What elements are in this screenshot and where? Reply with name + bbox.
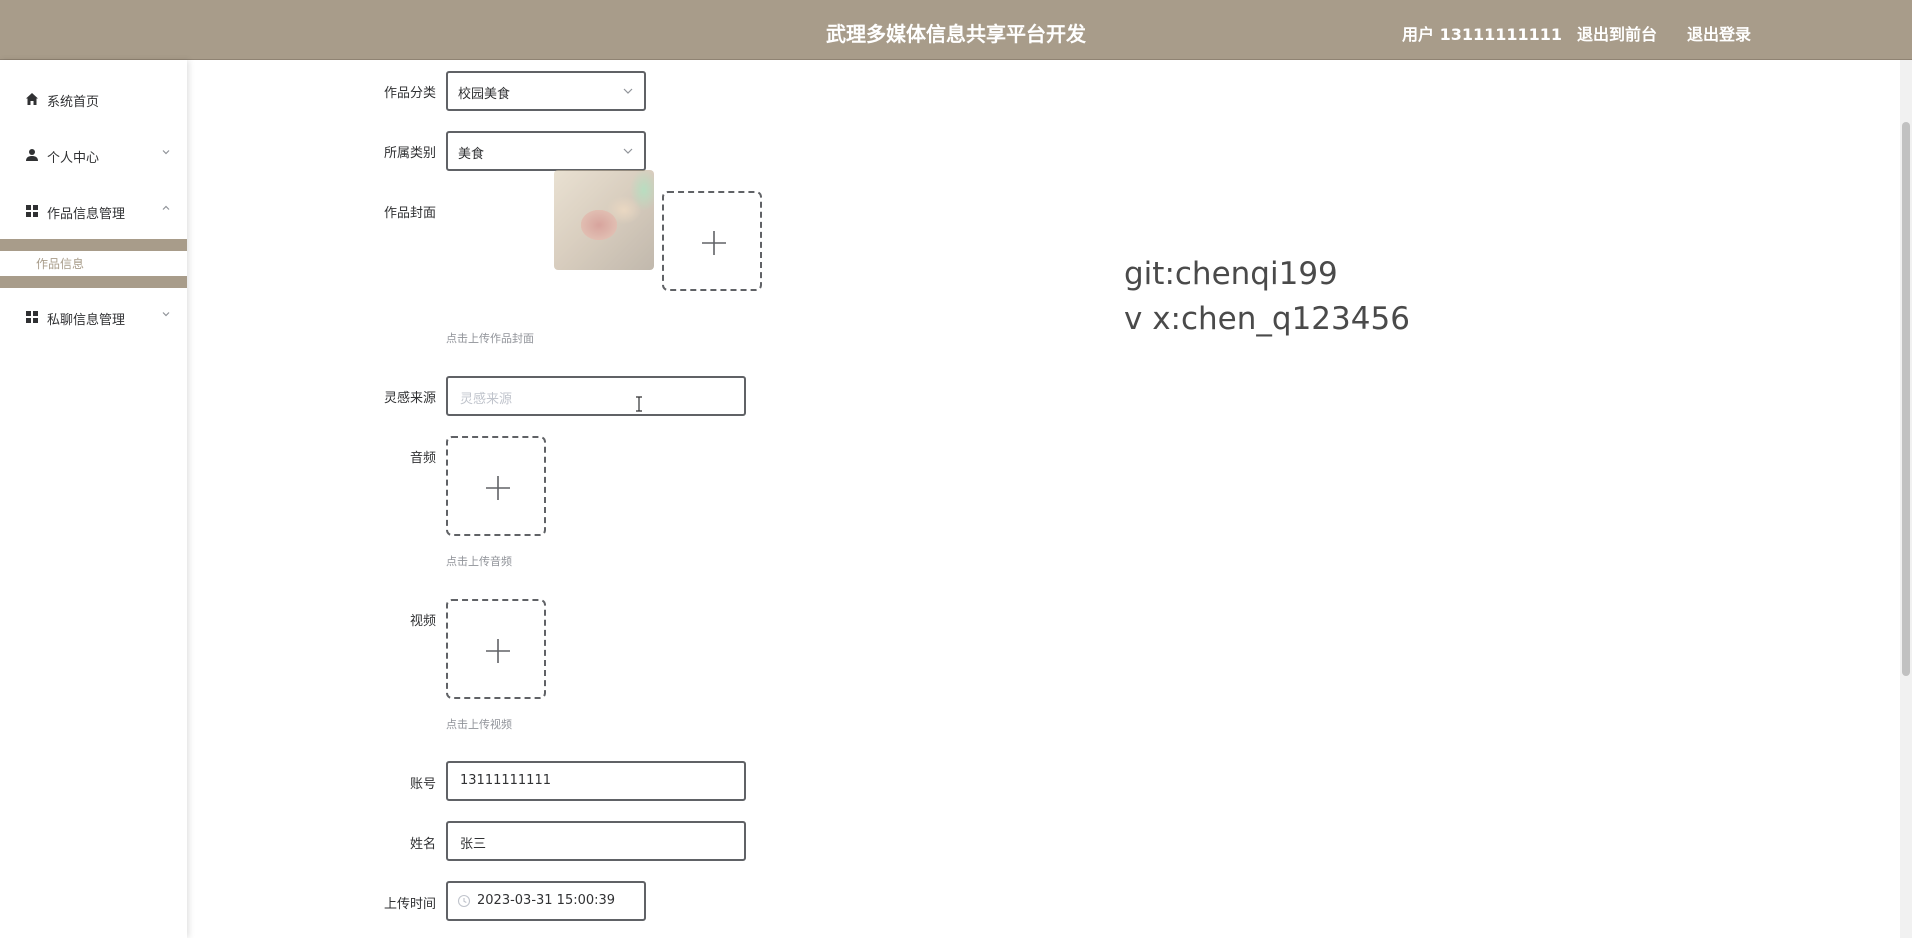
sidebar-item-profile[interactable]: 个人中心 — [0, 135, 187, 175]
home-icon — [26, 93, 38, 105]
category-label: 作品分类 — [383, 86, 436, 101]
sidebar: 系统首页 个人中心 作品信息管理 作品信息 私聊信息管理 — [0, 60, 187, 938]
page-scrollbar[interactable] — [1900, 60, 1912, 938]
plus-icon — [486, 639, 510, 663]
grid-icon — [26, 311, 38, 323]
back-to-front-link[interactable]: 退出到前台 — [1577, 21, 1657, 45]
plus-icon — [702, 231, 726, 255]
category-value: 校园美食 — [458, 87, 511, 102]
sidebar-subitem-works[interactable]: 作品信息 — [0, 251, 187, 275]
current-user: 用户 13111111111 — [1402, 25, 1563, 44]
chevron-down-icon — [162, 312, 170, 317]
grid-icon — [26, 205, 38, 217]
upload-time-label: 上传时间 — [383, 897, 436, 912]
top-header: 武理多媒体信息共享平台开发 用户 13111111111 退出到前台 退出登录 — [0, 0, 1912, 60]
type-label: 所属类别 — [383, 146, 436, 161]
upload-time-value: 2023-03-31 15:00:39 — [477, 893, 616, 908]
name-value: 张三 — [460, 837, 487, 852]
chevron-down-icon — [623, 88, 633, 94]
inspiration-label: 灵感来源 — [383, 391, 436, 406]
text-cursor-icon — [636, 396, 642, 412]
sidebar-item-home[interactable]: 系统首页 — [0, 79, 187, 119]
upload-time-picker[interactable]: 2023-03-31 15:00:39 — [446, 881, 646, 921]
name-input[interactable]: 张三 — [446, 821, 746, 861]
chevron-up-icon — [162, 205, 170, 210]
chevron-down-icon — [162, 150, 170, 155]
plus-icon — [486, 476, 510, 500]
video-upload-button[interactable] — [446, 599, 546, 699]
logout-link[interactable]: 退出登录 — [1687, 21, 1751, 45]
type-value: 美食 — [458, 147, 485, 162]
clock-icon — [457, 894, 471, 908]
cover-label: 作品封面 — [383, 206, 436, 221]
audio-label: 音频 — [409, 451, 436, 466]
account-label: 账号 — [409, 777, 436, 792]
video-label: 视频 — [409, 614, 436, 629]
sidebar-subitem-label: 作品信息 — [36, 257, 85, 271]
inspiration-placeholder: 灵感来源 — [460, 392, 513, 407]
type-select[interactable]: 美食 — [446, 131, 646, 171]
app-root: 武理多媒体信息共享平台开发 用户 13111111111 退出到前台 退出登录 … — [0, 0, 1912, 938]
cover-hint: 点击上传作品封面 — [446, 332, 534, 345]
account-input[interactable]: 13111111111 — [446, 761, 746, 801]
sidebar-item-label: 作品信息管理 — [47, 207, 126, 222]
scrollbar-thumb[interactable] — [1902, 122, 1910, 676]
video-hint: 点击上传视频 — [446, 718, 512, 731]
inspiration-input[interactable]: 灵感来源 — [446, 376, 746, 416]
watermark-line-1: git:chenqi199 — [1124, 256, 1338, 292]
audio-upload-button[interactable] — [446, 436, 546, 536]
account-value: 13111111111 — [460, 773, 551, 788]
cover-thumbnail[interactable] — [554, 170, 654, 270]
sidebar-item-label: 私聊信息管理 — [47, 313, 126, 328]
sidebar-item-works-management[interactable]: 作品信息管理 — [0, 191, 187, 231]
sidebar-item-label: 个人中心 — [47, 151, 100, 166]
user-icon — [26, 149, 38, 161]
sidebar-item-label: 系统首页 — [47, 95, 100, 110]
name-label: 姓名 — [409, 837, 436, 852]
submenu-divider — [0, 239, 187, 251]
sidebar-item-chat-management[interactable]: 私聊信息管理 — [0, 297, 187, 337]
category-select[interactable]: 校园美食 — [446, 71, 646, 111]
audio-hint: 点击上传音频 — [446, 555, 512, 568]
watermark-line-2: v x:chen_q123456 — [1124, 301, 1410, 337]
cover-upload-button[interactable] — [662, 191, 762, 291]
submenu-divider — [0, 276, 187, 288]
chevron-down-icon — [623, 148, 633, 154]
